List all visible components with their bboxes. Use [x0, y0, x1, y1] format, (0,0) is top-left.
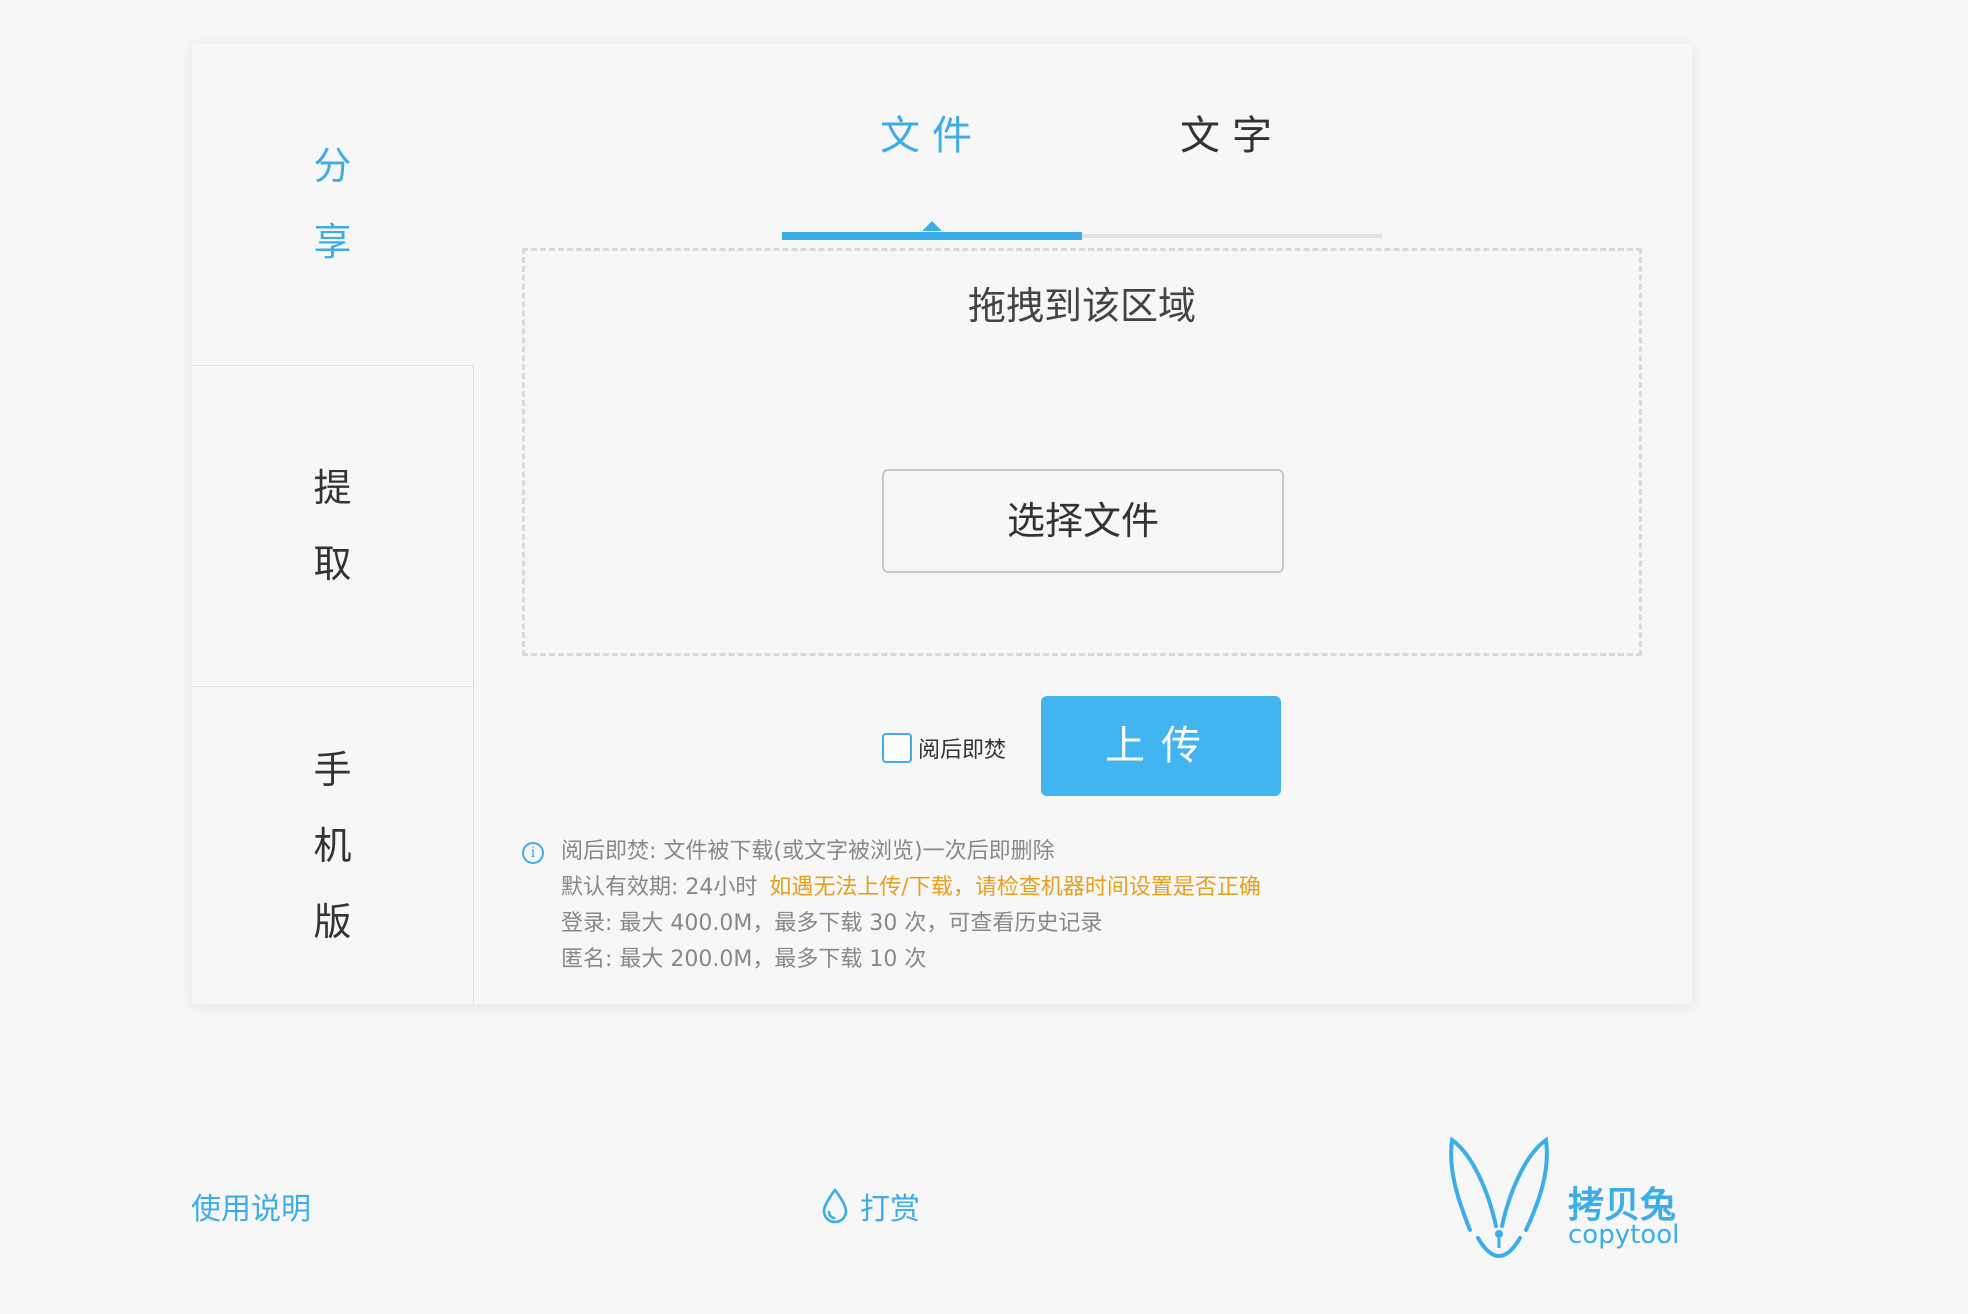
validity-text: 默认有效期: 24小时	[561, 875, 758, 900]
sidebar-mobile-char: 机	[313, 824, 352, 868]
upload-button[interactable]: 上传	[1041, 696, 1281, 796]
sidebar-share-char: 分	[313, 144, 352, 188]
file-drop-zone[interactable]: 拖拽到该区域 选择文件	[522, 248, 1642, 656]
help-link[interactable]: 使用说明	[191, 1184, 311, 1228]
sidebar-share-char: 享	[313, 220, 352, 264]
droplet-icon	[822, 1187, 848, 1224]
info-line-anonymous: 匿名: 最大 200.0M，最多下载 10 次	[561, 947, 927, 972]
tab-active-indicator	[782, 221, 1082, 240]
info-icon: i	[522, 842, 544, 864]
checkbox-box[interactable]	[882, 733, 912, 763]
tab-underline	[782, 221, 1382, 240]
time-warning-text: 如遇无法上传/下载，请检查机器时间设置是否正确	[769, 875, 1261, 900]
tip-link-label: 打赏	[860, 1192, 920, 1227]
burn-after-read-checkbox[interactable]: 阅后即焚	[882, 728, 1006, 768]
tip-link[interactable]: 打赏	[820, 1184, 920, 1228]
main-card: 分 享 提 取 手 机 版 文件 文字 拖拽到该区域 选择文件 阅后即焚 上传 …	[192, 44, 1692, 1005]
tab-file[interactable]: 文件	[782, 94, 1082, 178]
sidebar-item-mobile[interactable]: 手 机 版	[192, 686, 474, 1005]
sidebar-item-extract[interactable]: 提 取	[192, 365, 474, 686]
drop-zone-title: 拖拽到该区域	[967, 284, 1196, 328]
info-line-validity: 默认有效期: 24小时 如遇无法上传/下载，请检查机器时间设置是否正确	[561, 870, 1261, 906]
info-line-login: 登录: 最大 400.0M，最多下载 30 次，可查看历史记录	[561, 911, 1103, 936]
logo-en: copytool	[1568, 1220, 1680, 1250]
sidebar-mobile-char: 手	[313, 748, 352, 792]
sidebar-mobile-char: 版	[313, 900, 352, 944]
burn-after-read-label: 阅后即焚	[918, 738, 1007, 763]
tab-text[interactable]: 文字	[1082, 94, 1382, 178]
sidebar-extract-char: 取	[313, 542, 352, 586]
info-line-burn: 阅后即焚: 文件被下载(或文字被浏览)一次后即删除	[561, 839, 1055, 864]
tab-caret-icon	[922, 221, 942, 231]
rabbit-logo-icon	[1449, 1136, 1549, 1258]
help-link-label: 使用说明	[191, 1192, 311, 1227]
sidebar-extract-char: 提	[313, 466, 352, 510]
info-notes: 阅后即焚: 文件被下载(或文字被浏览)一次后即删除 默认有效期: 24小时 如遇无…	[561, 834, 1261, 978]
choose-file-button[interactable]: 选择文件	[882, 469, 1284, 573]
copytool-logo: 拷贝兔 copytool	[1440, 1130, 1690, 1270]
tab-bar: 文件 文字	[782, 94, 1382, 240]
sidebar-item-share[interactable]: 分 享	[192, 44, 473, 364]
